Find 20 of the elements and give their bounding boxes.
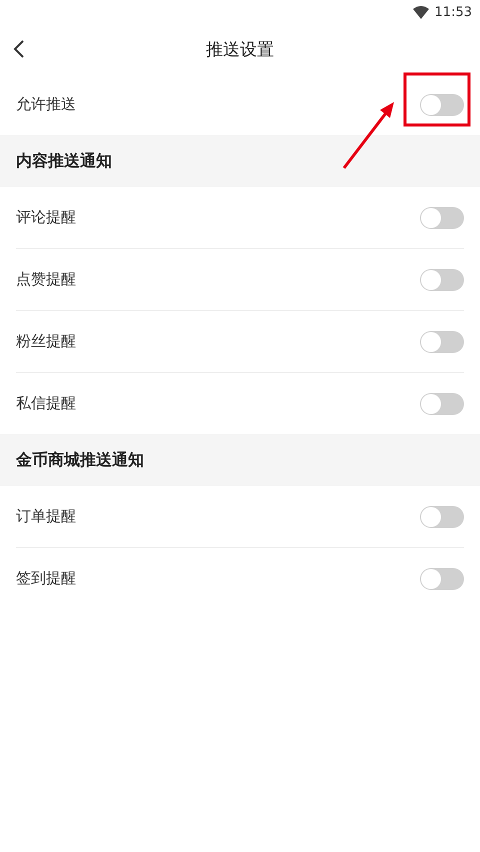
setting-label: 签到提醒 [16, 569, 76, 588]
setting-label: 允许推送 [16, 95, 76, 114]
section-header: 金币商城推送通知 [16, 450, 144, 470]
clock: 11:53 [434, 4, 472, 20]
back-button[interactable] [12, 39, 26, 59]
toggle-switch[interactable] [420, 268, 464, 290]
toggle-switch[interactable] [420, 392, 464, 414]
toggle-switch[interactable] [420, 206, 464, 228]
toggle-switch[interactable] [420, 94, 464, 116]
setting-label: 私信提醒 [16, 394, 76, 413]
page-title: 推送设置 [206, 38, 274, 60]
toggle-switch[interactable] [420, 568, 464, 590]
setting-label: 评论提醒 [16, 208, 76, 227]
setting-label: 粉丝提醒 [16, 332, 76, 351]
toggle-switch[interactable] [420, 506, 464, 528]
section-header: 内容推送通知 [16, 150, 112, 172]
toggle-switch[interactable] [420, 330, 464, 352]
setting-label: 订单提醒 [16, 507, 76, 526]
wifi-icon [412, 6, 429, 18]
setting-label: 点赞提醒 [16, 270, 76, 289]
